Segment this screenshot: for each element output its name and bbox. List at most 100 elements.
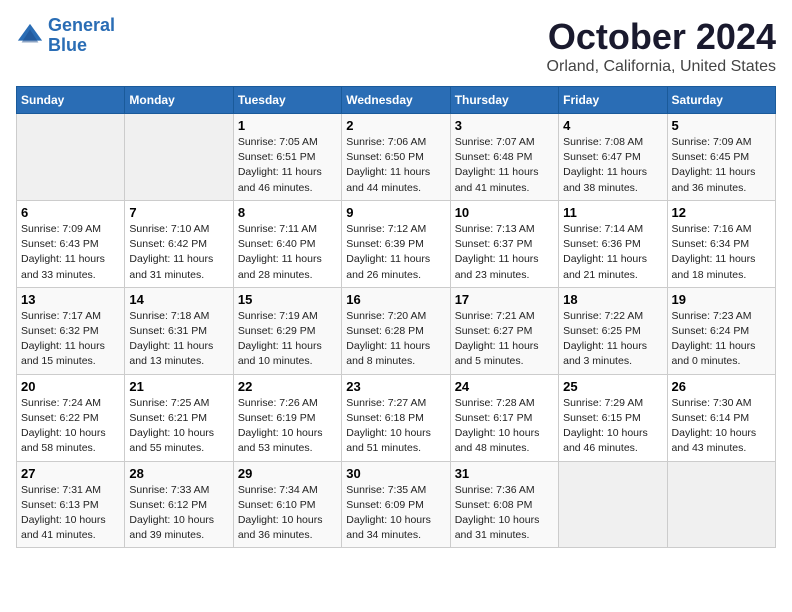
day-info: Sunrise: 7:13 AM Sunset: 6:37 PM Dayligh… — [455, 222, 554, 283]
day-number: 30 — [346, 466, 445, 481]
day-number: 2 — [346, 118, 445, 133]
calendar-cell — [559, 461, 667, 548]
calendar-cell: 11 Sunrise: 7:14 AM Sunset: 6:36 PM Dayli… — [559, 200, 667, 287]
day-number: 3 — [455, 118, 554, 133]
day-info: Sunrise: 7:06 AM Sunset: 6:50 PM Dayligh… — [346, 135, 445, 196]
day-number: 26 — [672, 379, 771, 394]
calendar-cell: 29 Sunrise: 7:34 AM Sunset: 6:10 PM Dayli… — [233, 461, 341, 548]
day-number: 19 — [672, 292, 771, 307]
logo-text: General Blue — [48, 16, 115, 56]
calendar-cell: 2 Sunrise: 7:06 AM Sunset: 6:50 PM Daylig… — [342, 114, 450, 201]
calendar-cell: 15 Sunrise: 7:19 AM Sunset: 6:29 PM Dayli… — [233, 287, 341, 374]
month-title: October 2024 — [547, 16, 776, 58]
day-number: 1 — [238, 118, 337, 133]
calendar-week-1: 1 Sunrise: 7:05 AM Sunset: 6:51 PM Daylig… — [17, 114, 776, 201]
calendar-cell: 4 Sunrise: 7:08 AM Sunset: 6:47 PM Daylig… — [559, 114, 667, 201]
calendar-cell: 3 Sunrise: 7:07 AM Sunset: 6:48 PM Daylig… — [450, 114, 558, 201]
day-number: 25 — [563, 379, 662, 394]
calendar-cell: 12 Sunrise: 7:16 AM Sunset: 6:34 PM Dayli… — [667, 200, 775, 287]
day-info: Sunrise: 7:10 AM Sunset: 6:42 PM Dayligh… — [129, 222, 228, 283]
day-info: Sunrise: 7:29 AM Sunset: 6:15 PM Dayligh… — [563, 396, 662, 457]
day-number: 5 — [672, 118, 771, 133]
day-info: Sunrise: 7:09 AM Sunset: 6:43 PM Dayligh… — [21, 222, 120, 283]
day-info: Sunrise: 7:35 AM Sunset: 6:09 PM Dayligh… — [346, 483, 445, 544]
logo-icon — [16, 22, 44, 50]
calendar-week-4: 20Sunrise: 7:24 AM Sunset: 6:22 PM Dayli… — [17, 374, 776, 461]
calendar-cell — [17, 114, 125, 201]
weekday-header-sunday: Sunday — [17, 87, 125, 114]
calendar-cell: 16Sunrise: 7:20 AM Sunset: 6:28 PM Dayli… — [342, 287, 450, 374]
weekday-header-thursday: Thursday — [450, 87, 558, 114]
day-info: Sunrise: 7:09 AM Sunset: 6:45 PM Dayligh… — [672, 135, 771, 196]
calendar-week-3: 13 Sunrise: 7:17 AM Sunset: 6:32 PM Dayli… — [17, 287, 776, 374]
day-number: 29 — [238, 466, 337, 481]
day-info: Sunrise: 7:19 AM Sunset: 6:29 PM Dayligh… — [238, 309, 337, 370]
day-info: Sunrise: 7:31 AM Sunset: 6:13 PM Dayligh… — [21, 483, 120, 544]
calendar-cell: 22Sunrise: 7:26 AM Sunset: 6:19 PM Dayli… — [233, 374, 341, 461]
calendar-cell: 28Sunrise: 7:33 AM Sunset: 6:12 PM Dayli… — [125, 461, 233, 548]
calendar-cell: 23 Sunrise: 7:27 AM Sunset: 6:18 PM Dayli… — [342, 374, 450, 461]
logo: General Blue — [16, 16, 115, 56]
weekday-header-monday: Monday — [125, 87, 233, 114]
day-number: 7 — [129, 205, 228, 220]
calendar-cell — [125, 114, 233, 201]
day-info: Sunrise: 7:11 AM Sunset: 6:40 PM Dayligh… — [238, 222, 337, 283]
calendar-cell: 20Sunrise: 7:24 AM Sunset: 6:22 PM Dayli… — [17, 374, 125, 461]
day-info: Sunrise: 7:12 AM Sunset: 6:39 PM Dayligh… — [346, 222, 445, 283]
calendar-week-5: 27 Sunrise: 7:31 AM Sunset: 6:13 PM Dayli… — [17, 461, 776, 548]
day-number: 15 — [238, 292, 337, 307]
day-info: Sunrise: 7:26 AM Sunset: 6:19 PM Dayligh… — [238, 396, 337, 457]
day-info: Sunrise: 7:17 AM Sunset: 6:32 PM Dayligh… — [21, 309, 120, 370]
calendar-cell — [667, 461, 775, 548]
calendar-cell: 25 Sunrise: 7:29 AM Sunset: 6:15 PM Dayli… — [559, 374, 667, 461]
day-number: 18 — [563, 292, 662, 307]
day-info: Sunrise: 7:08 AM Sunset: 6:47 PM Dayligh… — [563, 135, 662, 196]
calendar-header: SundayMondayTuesdayWednesdayThursdayFrid… — [17, 87, 776, 114]
logo-line1: General — [48, 15, 115, 35]
weekday-header-saturday: Saturday — [667, 87, 775, 114]
day-info: Sunrise: 7:36 AM Sunset: 6:08 PM Dayligh… — [455, 483, 554, 544]
calendar-cell: 13 Sunrise: 7:17 AM Sunset: 6:32 PM Dayli… — [17, 287, 125, 374]
day-number: 13 — [21, 292, 120, 307]
calendar-cell: 31 Sunrise: 7:36 AM Sunset: 6:08 PM Dayli… — [450, 461, 558, 548]
day-info: Sunrise: 7:22 AM Sunset: 6:25 PM Dayligh… — [563, 309, 662, 370]
day-info: Sunrise: 7:30 AM Sunset: 6:14 PM Dayligh… — [672, 396, 771, 457]
calendar-cell: 27 Sunrise: 7:31 AM Sunset: 6:13 PM Dayli… — [17, 461, 125, 548]
day-number: 4 — [563, 118, 662, 133]
title-area: October 2024 Orland, California, United … — [547, 16, 776, 76]
weekday-header-row: SundayMondayTuesdayWednesdayThursdayFrid… — [17, 87, 776, 114]
day-info: Sunrise: 7:28 AM Sunset: 6:17 PM Dayligh… — [455, 396, 554, 457]
day-number: 9 — [346, 205, 445, 220]
day-info: Sunrise: 7:07 AM Sunset: 6:48 PM Dayligh… — [455, 135, 554, 196]
day-info: Sunrise: 7:33 AM Sunset: 6:12 PM Dayligh… — [129, 483, 228, 544]
day-info: Sunrise: 7:18 AM Sunset: 6:31 PM Dayligh… — [129, 309, 228, 370]
day-number: 17 — [455, 292, 554, 307]
logo-line2: Blue — [48, 35, 87, 55]
day-number: 24 — [455, 379, 554, 394]
day-info: Sunrise: 7:27 AM Sunset: 6:18 PM Dayligh… — [346, 396, 445, 457]
day-info: Sunrise: 7:05 AM Sunset: 6:51 PM Dayligh… — [238, 135, 337, 196]
calendar-cell: 18 Sunrise: 7:22 AM Sunset: 6:25 PM Dayli… — [559, 287, 667, 374]
page-header: General Blue October 2024 Orland, Califo… — [16, 16, 776, 76]
day-info: Sunrise: 7:23 AM Sunset: 6:24 PM Dayligh… — [672, 309, 771, 370]
day-number: 23 — [346, 379, 445, 394]
day-number: 31 — [455, 466, 554, 481]
day-info: Sunrise: 7:21 AM Sunset: 6:27 PM Dayligh… — [455, 309, 554, 370]
day-number: 12 — [672, 205, 771, 220]
day-number: 6 — [21, 205, 120, 220]
calendar-cell: 26 Sunrise: 7:30 AM Sunset: 6:14 PM Dayli… — [667, 374, 775, 461]
day-number: 21 — [129, 379, 228, 394]
calendar-cell: 21 Sunrise: 7:25 AM Sunset: 6:21 PM Dayli… — [125, 374, 233, 461]
day-info: Sunrise: 7:25 AM Sunset: 6:21 PM Dayligh… — [129, 396, 228, 457]
day-number: 11 — [563, 205, 662, 220]
calendar-cell: 14Sunrise: 7:18 AM Sunset: 6:31 PM Dayli… — [125, 287, 233, 374]
day-info: Sunrise: 7:34 AM Sunset: 6:10 PM Dayligh… — [238, 483, 337, 544]
day-number: 16 — [346, 292, 445, 307]
weekday-header-tuesday: Tuesday — [233, 87, 341, 114]
day-number: 8 — [238, 205, 337, 220]
day-info: Sunrise: 7:16 AM Sunset: 6:34 PM Dayligh… — [672, 222, 771, 283]
day-number: 27 — [21, 466, 120, 481]
calendar-cell: 6 Sunrise: 7:09 AM Sunset: 6:43 PM Daylig… — [17, 200, 125, 287]
calendar-cell: 24 Sunrise: 7:28 AM Sunset: 6:17 PM Dayli… — [450, 374, 558, 461]
day-info: Sunrise: 7:14 AM Sunset: 6:36 PM Dayligh… — [563, 222, 662, 283]
